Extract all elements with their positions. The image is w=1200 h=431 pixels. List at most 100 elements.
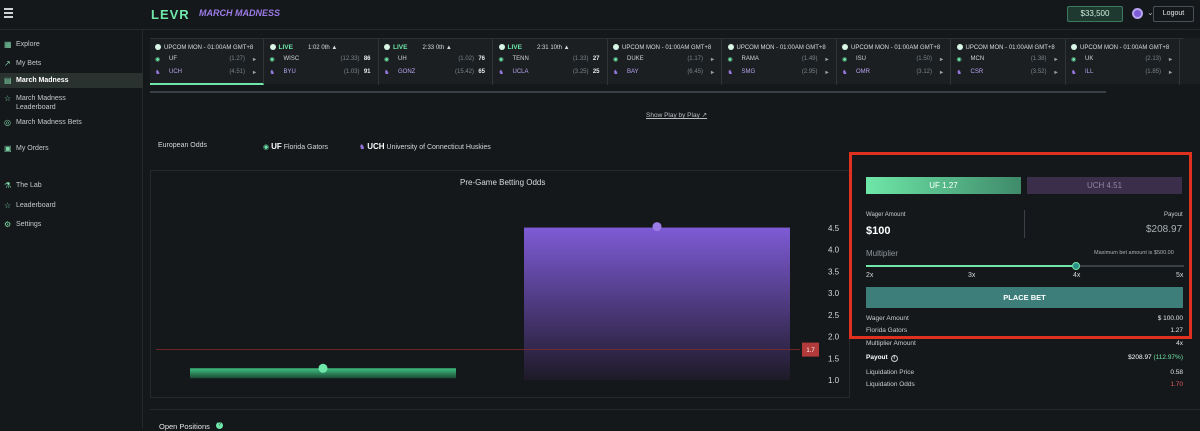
sidebar-item[interactable]: ☆ Leaderboard [0,201,143,221]
game-card[interactable]: UPCOM MON - 01:00AM GMT+8 ◉ ISU (1.50) ▸ ♞ OMR… [837,39,951,85]
game-status: UPCOM MON - 01:00AM GMT+8 [727,44,826,51]
team-logo-icon: ♞ [1071,70,1077,76]
caret-icon: ▸ [252,57,256,63]
team-row: ◉ UK (2.13) ▸ [1071,56,1175,65]
game-card[interactable]: UPCOM MON - 01:00AM GMT+8 ◉ MCN (1.38) ▸ ♞ CSR… [952,39,1066,85]
team-odds: (3.52) [1030,69,1047,75]
game-card[interactable]: UPCOM MON - 01:00AM GMT+8 ◉ DUKE (1.17) ▸ ♞ BA… [608,39,722,85]
team-b-abbr: UCH [367,142,385,151]
team-b-logo-icon: ♞ [359,144,366,151]
game-status-label: UPCOM [164,45,187,51]
sidebar-item[interactable]: ⚗ The Lab [0,181,143,201]
sidebar-item[interactable]: ▣ My Orders [0,144,143,164]
y-tick-label: 3.0 [828,289,840,298]
open-positions-title: Open Positions [159,422,210,431]
game-status-label: LIVE [278,44,293,51]
caret-icon: ▸ [1168,57,1172,63]
sidebar-item-label: My Bets [16,60,42,67]
team-row: ♞ UCH (4.51) ▸ [155,69,259,78]
game-time: 2:31 10th [536,45,562,51]
team-name: RAMA [741,56,759,62]
summary-value: $208.97 [1128,354,1152,361]
game-status-label: UPCOM [1080,45,1103,51]
sidebar-item-label: March Madness Bets [16,119,82,126]
status-icon [727,44,734,50]
bar-point-uf[interactable] [318,363,328,373]
games-ticker: UPCOM MON - 01:00AM GMT+8 ◉ UF (1.27) ▸ ♞ UCH (… [150,38,1200,85]
game-card[interactable]: UPCOM MON - 01:00AM GMT+8 ◉ UK (2.13) ▸ ♞ ILL (… [1066,39,1180,85]
team-b-header: ♞ UCH University of Connecticut Huskies [359,142,491,151]
chart-icon: ↗ [4,59,11,68]
game-time: MON - 01:00AM GMT+8 [875,45,941,51]
game-card[interactable]: LIVE 1:02 0th ▲ ◉ WISC (12.33) 86 ♞ BYU (1.03) 9… [265,39,379,85]
game-status-label: UPCOM [622,45,645,51]
y-tick-label: 2.5 [828,311,840,320]
team-row: ◉ DUKE (1.17) ▸ [613,56,717,65]
team-row: ♞ CSR (3.52) ▸ [957,69,1061,78]
game-time: MON - 01:00AM GMT+8 [760,45,826,51]
team-logo-icon: ◉ [498,57,504,63]
game-time: MON - 01:00AM GMT+8 [989,45,1055,51]
game-status-label: UPCOM [965,45,988,51]
game-time: MON - 01:00AM GMT+8 [188,45,254,51]
team-logo-icon: ♞ [842,70,848,76]
team-logo-icon: ◉ [269,57,275,63]
game-status: LIVE 1:02 0th ▲ [269,44,337,51]
game-card[interactable]: UPCOM MON - 01:00AM GMT+8 ◉ RAMA (1.49) ▸ ♞ SM… [723,39,837,85]
sidebar-item[interactable]: ◎ March Madness Bets [0,118,143,138]
team-row: ◉ TENN (1.33) 27 [499,56,603,65]
sidebar-item-label: Settings [16,221,42,228]
game-card[interactable]: UPCOM MON - 01:00AM GMT+8 ◉ UF (1.27) ▸ ♞ UCH (… [150,39,264,85]
sidebar-item[interactable]: ▦ Explore [0,40,143,60]
team-name: WISC [283,56,300,62]
y-tick-label: 4.0 [828,246,840,255]
team-name: DUKE [627,56,644,62]
info-icon[interactable]: i [890,355,898,362]
caret-icon: ▸ [252,70,256,76]
gear-icon: ⚙ [4,220,12,229]
sidebar-item[interactable]: ☆ March Madness Leaderboard [0,94,143,114]
team-logo-icon: ◉ [155,57,161,63]
logout-button[interactable]: Logout [1153,6,1194,22]
game-card[interactable]: LIVE 2:31 10th ▲ ◉ TENN (1.33) 27 ♞ UCLA (3.25)… [494,39,608,85]
team-row: ♞ ILL (1.85) ▸ [1071,69,1175,78]
caret-icon: ▸ [1054,70,1058,76]
team-odds: (3.12) [916,69,932,75]
team-row: ◉ RAMA (1.49) ▸ [728,56,832,65]
status-icon [1071,44,1077,50]
team-odds: (1.02) [458,56,474,62]
sidebar-item[interactable]: ▤ March Madness [0,73,143,88]
trophy-icon: ☆ [4,94,12,103]
team-row: ♞ BYU (1.03) 91 [270,69,374,78]
team-odds: (1.50) [916,56,932,62]
team-odds: (2.13) [1145,56,1161,62]
game-status-label: LIVE [393,44,408,51]
play-by-play-link[interactable]: Show Play by Play ↗ [646,111,707,119]
bar-uch[interactable] [524,227,790,380]
orders-icon: ▣ [4,144,12,153]
y-tick-label: 2.0 [828,333,840,342]
bar-point-uch[interactable] [652,222,662,232]
team-odds: (1.17) [687,56,703,62]
summary-label: Liquidation Odds [866,381,915,388]
game-status-label: UPCOM [851,45,874,51]
status-icon [155,44,161,50]
team-odds: (1.38) [1030,56,1047,62]
team-logo-icon: ♞ [727,70,733,76]
app-logo[interactable]: LEVR [151,7,190,22]
avatar[interactable] [1132,8,1143,19]
team-name: GONZ [398,69,416,75]
menu-icon[interactable] [4,8,14,18]
trophy-icon: ☆ [4,201,12,210]
summary-multiplier-row: Multiplier Amount 4x [866,340,1183,349]
balance-badge[interactable]: $33,500 [1067,6,1123,22]
team-logo-icon: ◉ [384,57,390,63]
team-odds: (4.51) [229,69,245,75]
status-icon [269,44,276,50]
sidebar-item[interactable]: ⚙ Settings [0,220,143,240]
ticker-scrollbar[interactable] [150,91,1106,93]
game-status: UPCOM MON - 01:00AM GMT+8 [155,44,253,51]
team-logo-icon: ♞ [956,70,962,76]
game-card[interactable]: LIVE 2:33 0th ▲ ◉ UH (1.02) 76 ♞ GONZ (15.42) 65 [379,39,493,85]
team-row: ◉ ISU (1.50) ▸ [842,56,946,65]
